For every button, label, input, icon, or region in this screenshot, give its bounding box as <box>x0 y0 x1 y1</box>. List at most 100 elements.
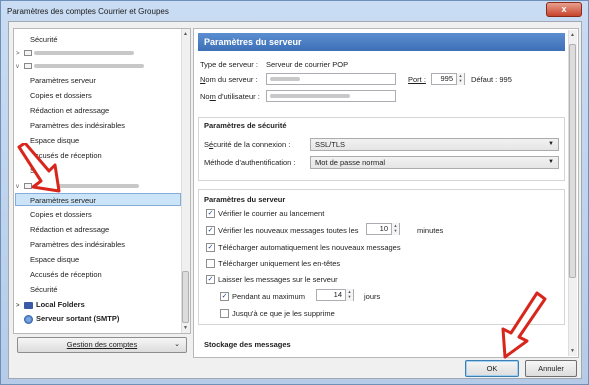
label-text: d'utilisateur : <box>215 92 260 101</box>
until-delete-label: Jusqu'à ce que je les supprime <box>232 309 335 318</box>
smtp-server-icon <box>24 314 33 324</box>
tree-item-label: Sécurité <box>30 285 58 294</box>
select-value: SSL/TLS <box>315 140 346 149</box>
tree-item-server-settings[interactable]: Paramètres serveur <box>30 74 96 87</box>
scroll-down-icon[interactable]: ▼ <box>182 325 189 331</box>
title-bar[interactable]: Paramètres des comptes Courrier et Group… <box>1 1 588 21</box>
select-value: Mot de passe normal <box>315 158 386 167</box>
label-text: om du serveur : <box>205 75 258 84</box>
tree-account-2[interactable]: v <box>16 59 144 72</box>
tree-item-composition[interactable]: Rédaction et adressage <box>30 104 109 117</box>
check-interval-field[interactable]: 10 ▲ ▼ <box>366 223 400 235</box>
window-title: Paramètres des comptes Courrier et Group… <box>7 7 169 16</box>
tree-item-label: Rédaction et adressage <box>30 225 110 234</box>
server-settings-title: Paramètres du serveur <box>204 195 286 204</box>
auth-method-select[interactable]: Mot de passe normal ▼ <box>310 156 559 169</box>
until-delete-checkbox[interactable] <box>220 309 229 318</box>
auto-download-label: Télécharger automatiquement les nouveaux… <box>218 243 401 252</box>
tree-item-label: Paramètres serveur <box>30 196 96 205</box>
tree-item-label: Serveur sortant (SMTP) <box>36 314 120 323</box>
dropdown-arrow-icon: ▼ <box>548 159 554 165</box>
panel-header: Paramètres du serveur <box>198 33 565 51</box>
account-actions-label: Gestion des comptes <box>66 340 138 349</box>
leave-on-server-checkbox[interactable]: ✓ <box>206 275 215 284</box>
auth-method-label: Méthode d'authentification : <box>204 158 296 167</box>
tree-item-label: Paramètres serveur <box>30 76 96 85</box>
max-days-field[interactable]: 14 ▲ ▼ <box>316 289 354 301</box>
tree-item-smtp[interactable]: Serveur sortant (SMTP) <box>24 312 119 325</box>
redacted-account-name <box>34 64 144 69</box>
max-days-checkbox[interactable]: ✓ <box>220 292 229 301</box>
storage-title: Stockage des messages <box>204 340 291 349</box>
port-field[interactable]: 995 ▲ ▼ <box>431 73 465 85</box>
server-type-label: Type de serveur : <box>200 60 258 69</box>
annotation-arrow-right <box>501 291 547 359</box>
mail-account-icon <box>24 63 32 70</box>
mail-account-icon <box>24 50 32 57</box>
server-type-value: Serveur de courrier POP <box>266 60 349 69</box>
local-folders-icon <box>24 301 33 309</box>
close-button[interactable]: x <box>546 2 582 17</box>
spinner-icon[interactable]: ▲ ▼ <box>391 223 399 235</box>
tree-item-security-1[interactable]: Sécurité <box>30 33 58 46</box>
auto-download-checkbox[interactable]: ✓ <box>206 243 215 252</box>
account-actions-button[interactable]: Gestion des comptes ⌄ <box>17 337 187 353</box>
tree-item-copies-folders[interactable]: Copies et dossiers <box>30 89 92 102</box>
collapse-arrow-icon[interactable]: v <box>16 61 24 74</box>
tree-scrollbar[interactable]: ▲ ▼ <box>181 29 190 333</box>
username-label: Nom d'utilisateur : <box>200 92 260 101</box>
tree-item-receipts-2[interactable]: Accusés de réception <box>30 268 102 281</box>
spinner-icon[interactable]: ▲ ▼ <box>456 73 464 85</box>
scroll-up-icon[interactable]: ▲ <box>569 32 576 38</box>
tree-item-label: Paramètres des indésirables <box>30 121 126 130</box>
tree-item-disk-space-2[interactable]: Espace disque <box>30 253 79 266</box>
security-settings-title: Paramètres de sécurité <box>204 121 287 130</box>
check-interval-checkbox[interactable]: ✓ <box>206 226 215 235</box>
max-days-label: Pendant au maximum <box>232 292 305 301</box>
max-days-value: 14 <box>333 290 342 299</box>
tree-item-label: Accusés de réception <box>30 270 102 279</box>
days-label: jours <box>364 292 381 301</box>
connection-security-label: Sécurité de la connexion : <box>204 140 290 149</box>
tree-item-label: Rédaction et adressage <box>30 106 110 115</box>
chevron-down-icon: ⌄ <box>174 341 180 348</box>
cancel-button[interactable]: Annuler <box>525 360 577 377</box>
panel-scrollbar[interactable]: ▲ ▼ <box>568 30 577 356</box>
tree-item-composition-2[interactable]: Rédaction et adressage <box>30 223 109 236</box>
label-text: curité de la connexion : <box>213 140 291 149</box>
server-name-field[interactable] <box>266 73 396 85</box>
scroll-down-icon[interactable]: ▼ <box>569 348 576 354</box>
expand-arrow-icon[interactable]: > <box>16 300 24 313</box>
tree-item-junk-2[interactable]: Paramètres des indésirables <box>30 238 125 251</box>
ok-button[interactable]: OK <box>465 360 519 377</box>
check-startup-label: Vérifier le courrier au lancement <box>218 209 325 218</box>
check-startup-checkbox[interactable]: ✓ <box>206 209 215 218</box>
tree-item-label: Copies et dossiers <box>30 91 92 100</box>
scroll-up-icon[interactable]: ▲ <box>182 31 189 37</box>
spinner-icon[interactable]: ▲ ▼ <box>345 289 353 301</box>
username-field[interactable] <box>266 90 396 102</box>
account-settings-window: Paramètres des comptes Courrier et Group… <box>0 0 589 385</box>
tree-account-1[interactable]: > <box>16 46 134 59</box>
redacted-username <box>270 94 350 99</box>
tree-item-label: Sécurité <box>30 35 58 44</box>
tree-item-security-3[interactable]: Sécurité <box>30 283 58 296</box>
leave-on-server-label: Laisser les messages sur le serveur <box>218 275 338 284</box>
check-interval-label: Vérifier les nouveaux messages toutes le… <box>218 226 359 235</box>
tree-item-label: Espace disque <box>30 255 80 264</box>
port-value: 995 <box>440 74 453 83</box>
tree-item-label: Paramètres des indésirables <box>30 240 126 249</box>
dropdown-arrow-icon: ▼ <box>548 141 554 147</box>
tree-item-label: Copies et dossiers <box>30 210 92 219</box>
connection-security-select[interactable]: SSL/TLS ▼ <box>310 138 559 151</box>
tree-scroll-thumb[interactable] <box>182 271 189 323</box>
panel-scroll-thumb[interactable] <box>569 44 576 278</box>
dialog-client-area: Sécurité > v Paramètres serveur Copies e… <box>8 21 582 379</box>
minutes-label: minutes <box>417 226 444 235</box>
redacted-server-name <box>270 77 300 82</box>
default-port-label: Défaut : 995 <box>471 75 512 84</box>
tree-item-copies-folders-2[interactable]: Copies et dossiers <box>30 208 92 221</box>
tree-item-local-folders[interactable]: > Local Folders <box>16 298 85 311</box>
headers-only-checkbox[interactable] <box>206 259 215 268</box>
tree-item-junk[interactable]: Paramètres des indésirables <box>30 119 125 132</box>
